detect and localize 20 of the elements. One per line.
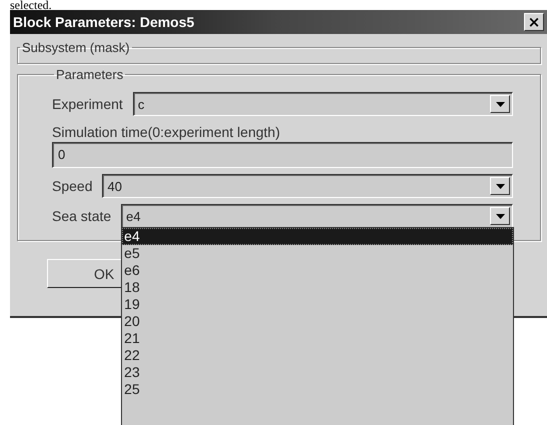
dropdown-option[interactable]: 25 xyxy=(122,381,513,398)
dropdown-option[interactable]: 19 xyxy=(122,296,513,313)
dropdown-option[interactable]: e4 xyxy=(122,228,513,245)
close-button[interactable]: × xyxy=(524,13,544,31)
page-text: selected. xyxy=(10,0,52,11)
field-label: Sea state xyxy=(52,208,112,224)
dropdown-option[interactable]: 20 xyxy=(122,313,513,330)
dropdown-option[interactable]: 21 xyxy=(122,330,513,347)
dropdown-option[interactable]: 22 xyxy=(122,347,513,364)
dropdown-field[interactable]: c xyxy=(132,92,513,116)
dropdown-option[interactable]: e5 xyxy=(122,245,513,262)
text-field[interactable]: 0 xyxy=(52,142,513,168)
dropdown-option[interactable]: 23 xyxy=(122,364,513,381)
group-title: Subsystem (mask) xyxy=(21,40,131,55)
field-label: Simulation time(0:experiment length) xyxy=(52,124,281,140)
dropdown-field[interactable]: 40 xyxy=(102,174,513,198)
field-label: Experiment xyxy=(52,96,123,112)
group-title: Parameters xyxy=(55,67,124,82)
field-label: Speed xyxy=(52,178,92,194)
window-title: Block Parameters: Demos5 xyxy=(13,14,194,30)
